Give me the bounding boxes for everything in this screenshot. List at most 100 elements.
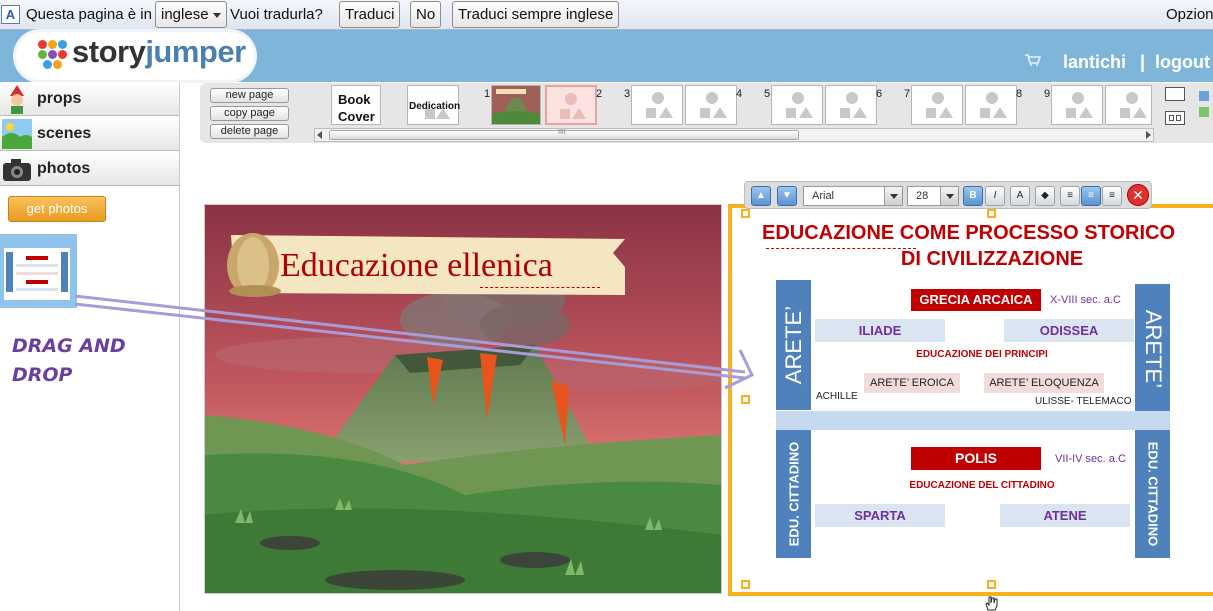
- spellcheck-underline: [480, 287, 600, 288]
- scrollbar-thumb[interactable]: IIII: [329, 129, 799, 140]
- thumb-page-9[interactable]: [1051, 85, 1103, 125]
- ulisse-label: ULISSE- TELEMACO: [1035, 396, 1132, 407]
- bring-forward-icon[interactable]: ▲: [751, 186, 771, 206]
- zoom-icon[interactable]: [1197, 91, 1211, 121]
- text-color-icon[interactable]: A: [1010, 186, 1030, 206]
- no-button[interactable]: No: [410, 1, 442, 28]
- page-number-1: 1: [484, 88, 491, 100]
- arete-eroica-box: ARETE’ EROICA: [864, 373, 960, 393]
- text-format-toolbar: ▲ ▼ Arial 28 B I A ◆ ≡ ≡ ≡ ✕: [744, 181, 1152, 209]
- thumb-dedication[interactable]: Dedication: [407, 85, 460, 125]
- new-page-button[interactable]: new page: [210, 88, 289, 103]
- photo-thumbnail[interactable]: [0, 234, 77, 308]
- grecia-date: X-VIII sec. a.C: [1050, 294, 1121, 306]
- user-link[interactable]: lantichi: [1063, 52, 1126, 73]
- thumb-page-6[interactable]: [825, 85, 877, 125]
- delete-page-button[interactable]: delete page: [210, 124, 289, 139]
- align-center-icon[interactable]: ≡: [1081, 186, 1101, 206]
- thumb-page-1[interactable]: [491, 85, 541, 125]
- elf-icon: [10, 85, 24, 114]
- logout-link[interactable]: logout: [1155, 52, 1210, 73]
- align-left-icon[interactable]: ≡: [1060, 186, 1080, 206]
- atene-box: ATENE: [1000, 504, 1130, 527]
- scheme-preview-image: [4, 248, 70, 300]
- translate-bar: A Questa pagina è in inglese Vuoi tradur…: [0, 0, 1213, 30]
- chevron-down-icon: [940, 187, 958, 205]
- spellcheck-underline-2: [766, 248, 916, 249]
- resize-handle-bl[interactable]: [741, 580, 750, 589]
- copy-page-button[interactable]: copy page: [210, 106, 289, 121]
- language-select[interactable]: inglese: [155, 1, 227, 28]
- italic-button[interactable]: I: [985, 186, 1005, 206]
- book-page-right[interactable]: EDUCAZIONE COME PROCESSO STORICO DI CIVI…: [728, 204, 1213, 596]
- book-page-left[interactable]: Educazione ellenica: [204, 204, 722, 594]
- thumb-page-2[interactable]: [545, 85, 597, 125]
- tab-photos-label: photos: [37, 160, 91, 177]
- cittadino-right-bar: EDU. CITTADINO: [1135, 430, 1170, 558]
- landscape-icon: [2, 119, 32, 149]
- arete-left-bar: ARETE’: [776, 280, 811, 410]
- page-number-7: 7: [904, 88, 911, 100]
- thumb-page-10[interactable]: [1105, 85, 1152, 125]
- sparta-box: SPARTA: [815, 504, 945, 527]
- font-select[interactable]: Arial: [803, 186, 903, 206]
- arete-eloquenza-box: ARETE’ ELOQUENZA: [984, 373, 1104, 393]
- font-size-select[interactable]: 28: [907, 186, 959, 206]
- fill-color-icon[interactable]: ◆: [1035, 186, 1055, 206]
- site-header: storyjumper lantichi | logout: [0, 30, 1213, 82]
- scroll-right-icon[interactable]: [1146, 131, 1151, 139]
- civilization-scheme-image[interactable]: EDUCAZIONE COME PROCESSO STORICO DI CIVI…: [732, 208, 1213, 592]
- resize-handle-tl[interactable]: [741, 209, 750, 218]
- always-translate-button[interactable]: Traduci sempre inglese: [452, 1, 620, 28]
- single-page-view-icon[interactable]: [1165, 87, 1185, 101]
- scheme-title-1: EDUCAZIONE COME PROCESSO STORICO: [762, 222, 1176, 244]
- tab-props-label: props: [37, 90, 82, 107]
- translate-button[interactable]: Traduci: [339, 1, 401, 28]
- educazione-cittadino: EDUCAZIONE DEL CITTADINO: [909, 480, 1055, 491]
- thumb-page-4[interactable]: [685, 85, 737, 125]
- tab-props[interactable]: props: [0, 82, 179, 116]
- tab-scenes[interactable]: scenes: [0, 117, 179, 151]
- get-photos-button[interactable]: get photos: [8, 196, 106, 222]
- cart-icon[interactable]: [1025, 54, 1041, 66]
- page-number-8: 8: [1016, 88, 1023, 100]
- achille-label: ACHILLE: [816, 391, 858, 402]
- camera-icon: [3, 159, 31, 181]
- page-toolbar: new page copy page delete page Book Cove…: [200, 83, 1213, 143]
- drag-and-drop-annotation: DRAG AND DROP: [12, 335, 126, 386]
- resize-handle-left[interactable]: [741, 395, 750, 404]
- page-number-6: 6: [876, 88, 883, 100]
- left-panel: props scenes photos get photos DRAG AND …: [0, 82, 180, 611]
- resize-handle-top[interactable]: [987, 209, 996, 218]
- odissea-box: ODISSEA: [1004, 319, 1134, 342]
- page-number-3: 3: [624, 88, 631, 100]
- scroll-left-icon[interactable]: [317, 131, 322, 139]
- chevron-down-icon: [212, 12, 221, 18]
- left-page-title[interactable]: Educazione ellenica: [280, 247, 553, 285]
- logo-wordmark: storyjumper: [72, 34, 246, 69]
- translate-lead-text: Questa pagina è in: [26, 6, 152, 23]
- spread-view-icon[interactable]: [1165, 111, 1185, 125]
- send-backward-icon[interactable]: ▼: [777, 186, 797, 206]
- page-number-5: 5: [764, 88, 771, 100]
- thumb-page-3[interactable]: [631, 85, 683, 125]
- bold-button[interactable]: B: [963, 186, 983, 206]
- grecia-arcaica-box: GRECIA ARCAICA: [911, 289, 1041, 311]
- translate-prompt: Vuoi tradurla?: [230, 6, 323, 23]
- translate-icon: A: [1, 5, 20, 24]
- align-right-icon[interactable]: ≡: [1102, 186, 1122, 206]
- cittadino-left-bar: EDU. CITTADINO: [776, 430, 811, 558]
- logo[interactable]: storyjumper: [16, 32, 254, 80]
- thumb-page-5[interactable]: [771, 85, 823, 125]
- thumb-page-8[interactable]: [965, 85, 1017, 125]
- logo-dots-icon: [38, 40, 68, 70]
- iliade-box: ILIADE: [815, 319, 945, 342]
- options-link[interactable]: Opzion: [1166, 6, 1213, 23]
- resize-handle-bottom[interactable]: [987, 580, 996, 589]
- page-scrollbar[interactable]: IIII: [314, 128, 1154, 142]
- thumb-page-7[interactable]: [911, 85, 963, 125]
- close-icon[interactable]: ✕: [1127, 184, 1149, 206]
- thumb-cover[interactable]: Book Cover: [331, 85, 381, 125]
- tab-photos[interactable]: photos: [0, 152, 179, 186]
- storyjumper-editor: A Questa pagina è in inglese Vuoi tradur…: [0, 0, 1213, 611]
